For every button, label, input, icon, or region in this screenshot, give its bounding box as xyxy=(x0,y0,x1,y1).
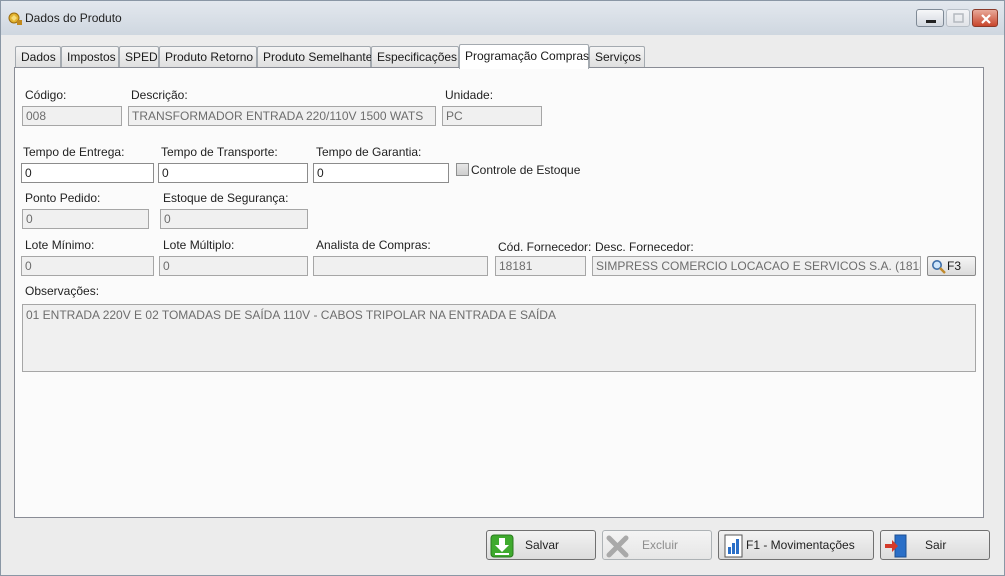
product-data-window: Dados do Produto Dados Impostos SPED Pro… xyxy=(0,0,1005,576)
desc-fornecedor-field[interactable]: SIMPRESS COMERCIO LOCACAO E SERVICOS S.A… xyxy=(592,256,921,276)
descricao-field[interactable]: TRANSFORMADOR ENTRADA 220/110V 1500 WATS xyxy=(128,106,436,126)
movimentacoes-label: F1 - Movimentações xyxy=(746,538,855,552)
desc-fornecedor-label: Desc. Fornecedor: xyxy=(595,240,694,254)
codigo-field[interactable]: 008 xyxy=(22,106,122,126)
excluir-button[interactable]: Excluir xyxy=(602,530,712,560)
x-delete-icon xyxy=(606,534,630,558)
tab-dados[interactable]: Dados xyxy=(15,46,61,68)
estoque-seguranca-field[interactable]: 0 xyxy=(160,209,308,229)
unidade-field[interactable]: PC xyxy=(442,106,542,126)
minimize-button[interactable] xyxy=(916,9,944,27)
tab-especificacoes[interactable]: Especificações xyxy=(371,46,459,68)
tempo-transporte-label: Tempo de Transporte: xyxy=(161,145,278,159)
product-icon xyxy=(7,10,23,26)
lookup-button-label: F3 xyxy=(947,259,962,273)
tab-produto-semelhante[interactable]: Produto Semelhante xyxy=(257,46,372,68)
close-icon xyxy=(981,14,991,24)
tempo-transporte-field[interactable]: 0 xyxy=(158,163,308,183)
tab-programacao-compras[interactable]: Programação Compras xyxy=(459,44,589,69)
excluir-label: Excluir xyxy=(642,538,679,552)
observacoes-label: Observações: xyxy=(25,284,100,298)
analista-compras-label: Analista de Compras: xyxy=(316,238,431,252)
maximize-icon xyxy=(953,13,964,23)
unidade-label: Unidade: xyxy=(445,88,494,102)
tempo-garantia-label: Tempo de Garantia: xyxy=(316,145,422,159)
analista-compras-field[interactable] xyxy=(313,256,488,276)
ponto-pedido-label: Ponto Pedido: xyxy=(25,191,101,205)
ponto-pedido-field[interactable]: 0 xyxy=(22,209,149,229)
window-title: Dados do Produto xyxy=(25,11,122,25)
sair-label: Sair xyxy=(925,538,947,552)
salvar-button[interactable]: Salvar xyxy=(486,530,596,560)
controle-estoque-label: Controle de Estoque xyxy=(471,163,581,177)
descricao-label: Descrição: xyxy=(131,88,188,102)
lote-minimo-label: Lote Mínimo: xyxy=(25,238,95,252)
tempo-entrega-field[interactable]: 0 xyxy=(21,163,154,183)
tab-impostos[interactable]: Impostos xyxy=(61,46,119,68)
tempo-garantia-field[interactable]: 0 xyxy=(313,163,449,183)
lote-minimo-field[interactable]: 0 xyxy=(21,256,154,276)
magnifier-icon xyxy=(932,260,946,274)
report-chart-icon xyxy=(722,534,746,558)
maximize-button[interactable] xyxy=(946,9,970,27)
tab-sped[interactable]: SPED xyxy=(119,46,159,68)
lote-multiplo-field[interactable]: 0 xyxy=(159,256,308,276)
download-arrow-icon xyxy=(490,534,514,558)
close-button[interactable] xyxy=(972,9,998,27)
estoque-seguranca-label: Estoque de Segurança: xyxy=(163,191,289,205)
tab-servicos[interactable]: Serviços xyxy=(589,46,645,68)
fornecedor-lookup-button[interactable]: F3 xyxy=(927,256,976,276)
exit-door-icon xyxy=(884,534,908,558)
codigo-label: Código: xyxy=(25,88,67,102)
cod-fornecedor-field[interactable]: 18181 xyxy=(495,256,586,276)
salvar-label: Salvar xyxy=(525,538,560,552)
sair-button[interactable]: Sair xyxy=(880,530,990,560)
tab-produto-retorno[interactable]: Produto Retorno xyxy=(159,46,257,68)
controle-estoque-checkbox[interactable] xyxy=(456,163,469,176)
tab-panel xyxy=(14,67,984,518)
title-bar[interactable]: Dados do Produto xyxy=(1,1,1004,35)
observacoes-field[interactable]: 01 ENTRADA 220V E 02 TOMADAS DE SAÍDA 11… xyxy=(22,304,976,372)
minimize-icon xyxy=(926,20,936,23)
cod-fornecedor-label: Cód. Fornecedor: xyxy=(498,240,592,254)
tempo-entrega-label: Tempo de Entrega: xyxy=(23,145,125,159)
lote-multiplo-label: Lote Múltiplo: xyxy=(163,238,235,252)
movimentacoes-button[interactable]: F1 - Movimentações xyxy=(718,530,874,560)
